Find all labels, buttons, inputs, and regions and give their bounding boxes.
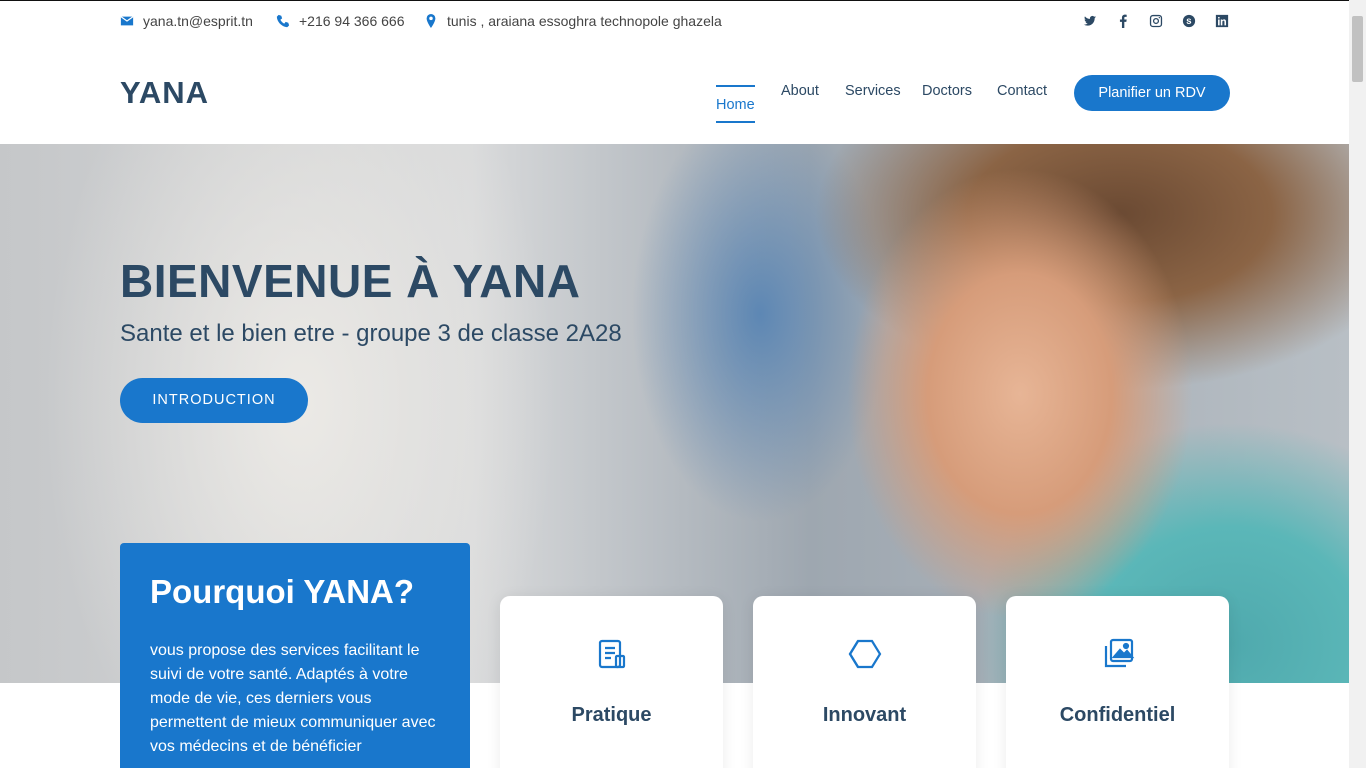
contact-email[interactable]: yana.tn@esprit.tn [120, 13, 253, 29]
hero-subtitle: Sante et le bien etre - groupe 3 de clas… [120, 320, 622, 347]
why-yana-box: Pourquoi YANA? vous propose des services… [120, 543, 470, 768]
feature-card-innovant: Innovant [753, 596, 976, 768]
card-title: Pratique [571, 704, 652, 726]
hero-title: BIENVENUE À YANA [120, 255, 581, 307]
nav-home[interactable]: Home [716, 85, 755, 123]
phone-text: +216 94 366 666 [299, 13, 405, 29]
cube-icon [847, 636, 883, 672]
scrollbar[interactable] [1349, 0, 1366, 768]
linkedin-icon[interactable] [1215, 14, 1229, 28]
why-title: Pourquoi YANA? [150, 573, 415, 610]
social-links [1083, 14, 1229, 28]
card-title: Innovant [822, 704, 907, 726]
appointment-button[interactable]: Planifier un RDV [1074, 75, 1230, 111]
email-text: yana.tn@esprit.tn [143, 13, 253, 29]
feature-card-confidentiel: Confidentiel [1006, 596, 1229, 768]
nav-services[interactable]: Services [845, 83, 901, 99]
document-icon [594, 636, 630, 672]
why-text: vous propose des services facilitant le … [150, 642, 436, 755]
images-icon [1100, 636, 1136, 672]
nav-contact[interactable]: Contact [997, 83, 1047, 99]
envelope-icon [120, 16, 134, 26]
twitter-icon[interactable] [1083, 14, 1097, 28]
contact-phone[interactable]: +216 94 366 666 [276, 13, 405, 29]
skype-icon[interactable] [1182, 14, 1196, 28]
page: yana.tn@esprit.tn +216 94 366 666 tunis … [0, 0, 1366, 768]
introduction-button[interactable]: INTRODUCTION [120, 378, 308, 423]
logo[interactable]: YANA [120, 75, 209, 111]
card-title: Confidentiel [1059, 704, 1176, 726]
contact-address: tunis , araiana essoghra technopole ghaz… [424, 13, 722, 29]
address-text: tunis , araiana essoghra technopole ghaz… [447, 13, 722, 29]
phone-icon [276, 14, 290, 28]
instagram-icon[interactable] [1149, 14, 1163, 28]
facebook-icon[interactable] [1116, 14, 1130, 28]
site-header: YANA Home About Services Doctors Contact… [0, 43, 1349, 144]
feature-card-pratique: Pratique [500, 596, 723, 768]
top-bar: yana.tn@esprit.tn +216 94 366 666 tunis … [0, 1, 1349, 43]
nav-doctors[interactable]: Doctors [922, 83, 972, 99]
nav-about[interactable]: About [781, 83, 819, 99]
map-pin-icon [426, 14, 436, 28]
scrollbar-thumb[interactable] [1352, 16, 1363, 82]
